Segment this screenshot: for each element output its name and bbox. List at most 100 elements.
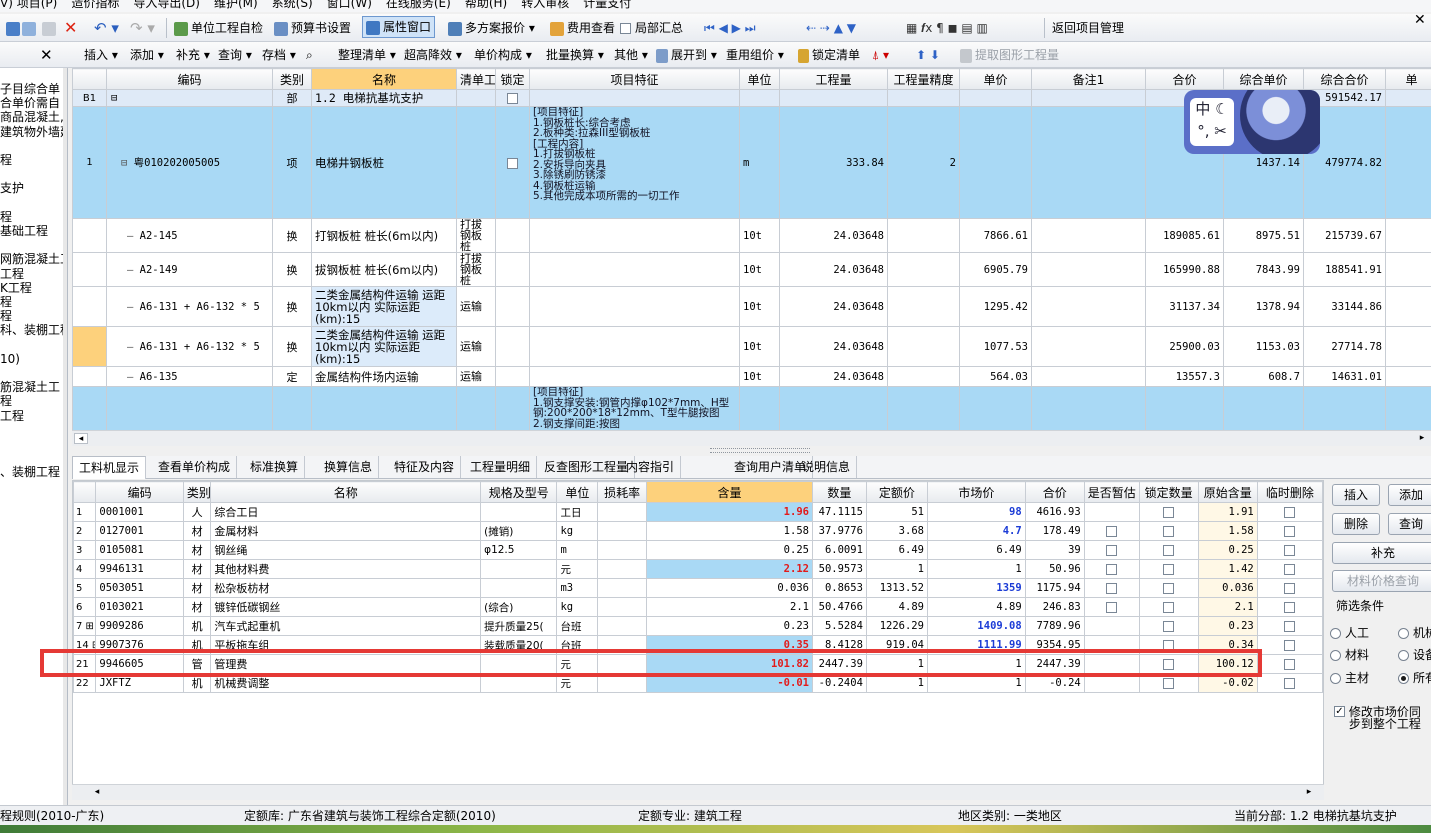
bill-row[interactable]: — A2-145 换打钢板桩 桩长(6m以内) 打拔钢板桩 10t 24.03648 78… (72, 218, 1431, 253)
header-11[interactable]: 合价 (1145, 68, 1224, 90)
tree-item[interactable]: 合单价需自 (0, 96, 67, 110)
batch-convert-menu[interactable]: 批量换算 ▾ (546, 43, 604, 67)
lock-cell[interactable] (495, 252, 530, 287)
is-estimate-cell[interactable] (1083, 559, 1140, 579)
binoculars-icon[interactable]: ⌕ (306, 43, 313, 67)
header-6[interactable]: 单位 (739, 68, 780, 90)
menu-item[interactable]: 造价指标 (71, 0, 119, 10)
tree-item[interactable]: 、装棚工程 (0, 465, 67, 479)
filter-radio-3[interactable]: 设备 (1398, 646, 1431, 663)
content-cell[interactable]: 1.58 (646, 521, 813, 541)
header-7[interactable]: 工程量 (779, 68, 888, 90)
market-price[interactable]: 1 (926, 559, 1026, 579)
menu-item[interactable]: 转入审核 (521, 0, 569, 10)
material-row[interactable]: 5 0503051 材松杂板枋材 m3 0.036 0.8653 1313.52 1359 11… (73, 578, 1323, 598)
tab-3[interactable]: 换算信息 (318, 456, 380, 478)
tree-item[interactable]: 建筑物外墙建 (0, 125, 67, 139)
tree-item[interactable] (0, 139, 67, 153)
lock-qty-checkbox[interactable] (1163, 621, 1175, 632)
tab-4[interactable]: 特征及内容 (388, 456, 462, 478)
content-cell[interactable]: 2.1 (646, 597, 813, 617)
header-3[interactable]: 清单工 (456, 68, 496, 90)
name-cell[interactable]: 金属结构件场内运输 (311, 366, 457, 387)
temp-delete-checkbox[interactable] (1284, 545, 1296, 556)
name-cell[interactable]: 二类金属结构件运输 运距10km以内 实际运距(km):15 (311, 326, 457, 367)
temp-delete-cell[interactable] (1256, 521, 1323, 541)
query-menu[interactable]: 查询 ▾ (218, 43, 252, 67)
local-summary-button[interactable]: 局部汇总 (620, 16, 683, 40)
tree-item[interactable]: 科、装棚工程 (0, 323, 67, 337)
material-row[interactable]: 7 ⊞ 9909286 机汽车式起重机 提升质量25(台班 0.23 5.5284 1226… (73, 616, 1323, 636)
lower-hscroll[interactable]: ◂ ▸ (72, 784, 1324, 800)
lock-qty-cell[interactable] (1138, 540, 1199, 560)
nav-first-icon[interactable]: ⏮ ◀ ▶ ⏭ (704, 16, 756, 40)
lock-qty-checkbox[interactable] (1163, 564, 1175, 575)
code-cell[interactable]: — A6-131 + A6-132 * 5 (106, 286, 273, 327)
content-cell[interactable]: 0.23 (646, 616, 813, 636)
redo-icon[interactable]: ↷ ▾ (130, 16, 155, 40)
estimate-checkbox[interactable] (1106, 602, 1118, 613)
tab-2[interactable]: 标准换算 (244, 456, 306, 478)
name-cell[interactable]: 拔钢板桩 桩长(6m以内) (311, 252, 457, 287)
tree-item[interactable]: 程 (0, 210, 67, 224)
material-row[interactable]: 2 0127001 材金属材料 (摊销) kg 1.58 37.9776 3.68 4.7 178… (73, 521, 1323, 541)
header-8[interactable]: 工程量精度 (887, 68, 960, 90)
self-check-button[interactable]: 单位工程自检 (174, 16, 263, 40)
temp-delete-checkbox[interactable] (1284, 659, 1296, 670)
supplement-button[interactable]: 补充 (1332, 542, 1431, 564)
lower-header-11[interactable]: 合价 (1024, 481, 1085, 503)
menu-item[interactable]: 窗口(W) (327, 0, 372, 10)
temp-delete-cell[interactable] (1256, 540, 1323, 560)
temp-delete-checkbox[interactable] (1284, 526, 1296, 537)
expand-icon[interactable]: — (127, 264, 140, 276)
loss-rate[interactable] (597, 502, 648, 522)
fill-color-icon[interactable]: ⍋ ▾ (872, 43, 889, 67)
tree-item[interactable]: 工程 (0, 267, 67, 281)
lock-qty-cell[interactable] (1138, 616, 1199, 636)
fee-view-button[interactable]: 费用查看 (550, 16, 615, 40)
loss-rate[interactable] (597, 540, 648, 560)
filter-radio-1[interactable]: 机械 (1398, 624, 1431, 641)
lock-qty-checkbox[interactable] (1163, 507, 1175, 518)
temp-delete-cell[interactable] (1256, 502, 1323, 522)
menu-item[interactable]: 导入导出(D) (133, 0, 200, 10)
tab-9[interactable]: 说明信息 (796, 456, 858, 478)
lower-header-0[interactable] (73, 481, 97, 503)
tool-icons[interactable]: ▦ 𝒇x ¶ ◼ ▤ ▥ (906, 16, 988, 40)
expand-icon[interactable]: ⊟ (121, 157, 134, 169)
add-button[interactable]: 添加 (1388, 484, 1431, 506)
splitter-handle[interactable] (710, 448, 810, 453)
header-4[interactable]: 锁定 (495, 68, 530, 90)
tree-item[interactable] (0, 196, 67, 210)
supplement-menu[interactable]: 补充 ▾ (176, 43, 210, 67)
tree-item[interactable]: 子目综合单 (0, 82, 67, 96)
menu-item[interactable]: 帮助(H) (465, 0, 507, 10)
header-13[interactable]: 综合合价 (1303, 68, 1386, 90)
is-estimate-cell[interactable] (1083, 502, 1140, 522)
code-cell[interactable]: — A2-149 (106, 252, 273, 287)
loss-rate[interactable] (597, 521, 648, 541)
tree-item[interactable]: 10) (0, 352, 67, 366)
is-estimate-cell[interactable] (1083, 616, 1140, 636)
menu-item[interactable]: 计量支付 (583, 0, 631, 10)
lower-header-9[interactable]: 定额价 (865, 481, 928, 503)
menu-item[interactable]: V) 项目(P) (0, 0, 57, 10)
temp-delete-checkbox[interactable] (1284, 507, 1296, 518)
lower-header-6[interactable]: 损耗率 (597, 481, 648, 503)
tab-7[interactable]: 内容指引 (620, 456, 682, 478)
lower-header-10[interactable]: 市场价 (926, 481, 1026, 503)
code-cell[interactable]: ⊟ (106, 89, 273, 107)
code-cell[interactable]: — A6-131 + A6-132 * 5 (106, 326, 273, 367)
lock-cell[interactable] (495, 386, 530, 430)
organize-menu[interactable]: 整理清单 ▾ (338, 43, 396, 67)
content-cell[interactable]: 0.036 (646, 578, 813, 598)
up-down-icons[interactable]: ⬆ ⬇ (916, 43, 940, 67)
name-cell[interactable]: 打钢板桩 桩长(6m以内) (311, 218, 457, 253)
lower-header-5[interactable]: 单位 (556, 481, 599, 503)
radio-circle[interactable] (1330, 628, 1341, 639)
temp-delete-checkbox[interactable] (1284, 602, 1296, 613)
is-estimate-cell[interactable] (1083, 597, 1140, 617)
paste-icon[interactable] (42, 16, 59, 40)
code-cell[interactable]: ⊟ 粤010202005005 (106, 106, 273, 219)
temp-delete-cell[interactable] (1256, 578, 1323, 598)
